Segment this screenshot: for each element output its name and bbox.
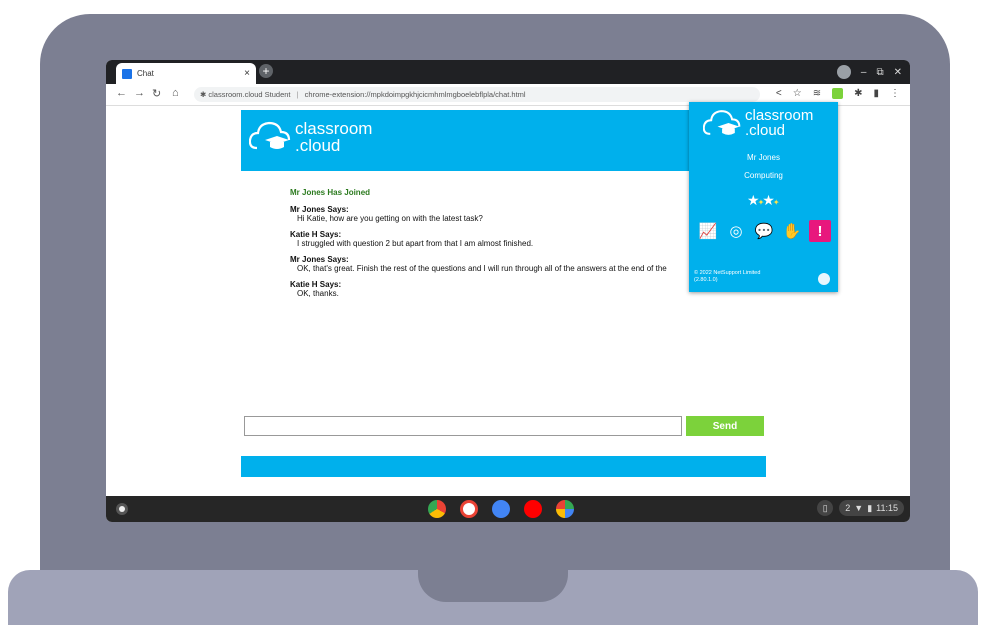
docs-icon[interactable]: [492, 500, 510, 518]
restore-icon[interactable]: ⧉: [876, 67, 883, 78]
popup-copyright: © 2022 NetSupport Limited (2.80.1.0): [694, 270, 760, 284]
back-icon[interactable]: ←: [116, 87, 127, 99]
chat-message: Katie H Says: OK, thanks.: [290, 280, 710, 298]
tab-title: Chat: [137, 69, 154, 78]
message-sender: Mr Jones Says:: [290, 255, 349, 264]
url-text: chrome-extension://mpkdoimpgkhjcicmhmlmg…: [304, 90, 526, 99]
chat-favicon-icon: [122, 68, 132, 79]
chat-icon[interactable]: 💬: [753, 220, 775, 242]
shelf-apps: [428, 500, 574, 518]
account-icon[interactable]: [836, 65, 851, 79]
popup-logo-line1: classroom: [745, 107, 814, 124]
popup-logo-line2: .cloud: [745, 122, 786, 139]
clock: 11:15: [876, 503, 898, 513]
class-name: Computing: [744, 171, 783, 180]
version-text: (2.80.1.0): [694, 277, 718, 283]
omnibox[interactable]: ✱ classroom.cloud Student | chrome-exten…: [194, 87, 760, 102]
chrome-icon[interactable]: [428, 500, 446, 518]
trend-icon[interactable]: 📈: [697, 220, 719, 242]
message-text: I struggled with question 2 but apart fr…: [297, 239, 534, 248]
share-icon[interactable]: <: [776, 88, 782, 99]
launcher-icon[interactable]: [116, 503, 128, 515]
home-icon[interactable]: ⌂: [172, 87, 179, 99]
forward-icon[interactable]: →: [134, 87, 145, 99]
toolbar-icons: < ☆ ≋ ✱ ▮ ⋮: [776, 88, 900, 99]
stars-icon: ★✦★✦: [747, 192, 779, 208]
tab-strip: Chat × + – ⧉ ✕: [106, 60, 910, 84]
url-separator: |: [296, 90, 299, 99]
close-window-icon[interactable]: ✕: [894, 67, 902, 78]
chat-message: Katie H Says: I struggled with question …: [290, 230, 710, 248]
sidepanel-icon[interactable]: ▮: [873, 88, 879, 99]
notification-count: 2: [845, 503, 851, 513]
chat-message: Mr Jones Says: Hi Katie, how are you get…: [290, 205, 710, 223]
copyright-text: © 2022 NetSupport Limited: [694, 270, 761, 276]
send-button[interactable]: Send: [686, 416, 764, 436]
chromeos-shelf: ▯ 2 ▼ ▮ 11:15: [106, 496, 910, 522]
logo-line1: classroom: [295, 119, 373, 138]
laptop-notch: [418, 570, 568, 602]
play-store-icon[interactable]: [556, 500, 574, 518]
status-tray: ▯ 2 ▼ ▮ 11:15: [817, 500, 904, 516]
globe-icon[interactable]: ◎: [725, 220, 747, 242]
screen: Chat × + – ⧉ ✕ ← → ↻ ⌂ ✱ classroom.cloud…: [106, 60, 910, 522]
cloud-cap-icon: [249, 121, 291, 150]
chat-input[interactable]: [244, 416, 682, 436]
message-text: OK, thanks.: [297, 289, 339, 298]
alert-icon[interactable]: !: [809, 220, 831, 242]
classroom-extension-icon[interactable]: [832, 88, 844, 99]
chat-message: Mr Jones Says: OK, that's great. Finish …: [290, 255, 710, 273]
menu-icon[interactable]: ⋮: [890, 88, 900, 99]
message-text: Hi Katie, how are you getting on with th…: [297, 214, 483, 223]
reload-icon[interactable]: ↻: [152, 87, 161, 100]
battery-icon: ▮: [867, 503, 873, 513]
cloud-cap-icon: [702, 110, 741, 135]
tab-close-icon[interactable]: ×: [244, 68, 250, 79]
status-area[interactable]: 2 ▼ ▮ 11:15: [839, 500, 904, 516]
minimize-icon[interactable]: –: [861, 67, 867, 78]
message-sender: Katie H Says:: [290, 280, 342, 289]
window-controls: – ⧉ ✕: [836, 65, 902, 79]
message-text: OK, that's great. Finish the rest of the…: [297, 264, 667, 273]
tab-chat[interactable]: Chat ×: [116, 63, 256, 84]
gmail-icon[interactable]: [460, 500, 478, 518]
extension-popup: classroom .cloud Mr Jones Computing ★✦★✦…: [689, 102, 838, 292]
chat-log: Mr Jones Has Joined Mr Jones Says: Hi Ka…: [290, 188, 710, 305]
joined-message: Mr Jones Has Joined: [290, 188, 371, 197]
new-tab-button[interactable]: +: [259, 64, 273, 78]
message-sender: Katie H Says:: [290, 230, 342, 239]
teacher-name: Mr Jones: [747, 153, 780, 162]
phone-hub-icon[interactable]: ▯: [817, 500, 834, 516]
extensions-icon[interactable]: ✱: [854, 88, 862, 99]
star-icon[interactable]: ☆: [793, 88, 802, 99]
popup-logo: classroom .cloud: [702, 108, 813, 143]
layers-icon[interactable]: ≋: [813, 88, 821, 99]
site-label: classroom.cloud Student: [208, 90, 291, 99]
page-footer: [241, 456, 766, 477]
logo-line2: .cloud: [295, 136, 341, 155]
message-sender: Mr Jones Says:: [290, 205, 349, 214]
hand-icon[interactable]: ✋: [781, 220, 803, 242]
page-header: classroom .cloud: [241, 110, 766, 171]
youtube-icon[interactable]: [524, 500, 542, 518]
popup-actions: 📈 ◎ 💬 ✋ !: [697, 220, 831, 242]
wifi-icon: ▼: [854, 503, 864, 513]
leaf-icon[interactable]: [818, 273, 830, 285]
